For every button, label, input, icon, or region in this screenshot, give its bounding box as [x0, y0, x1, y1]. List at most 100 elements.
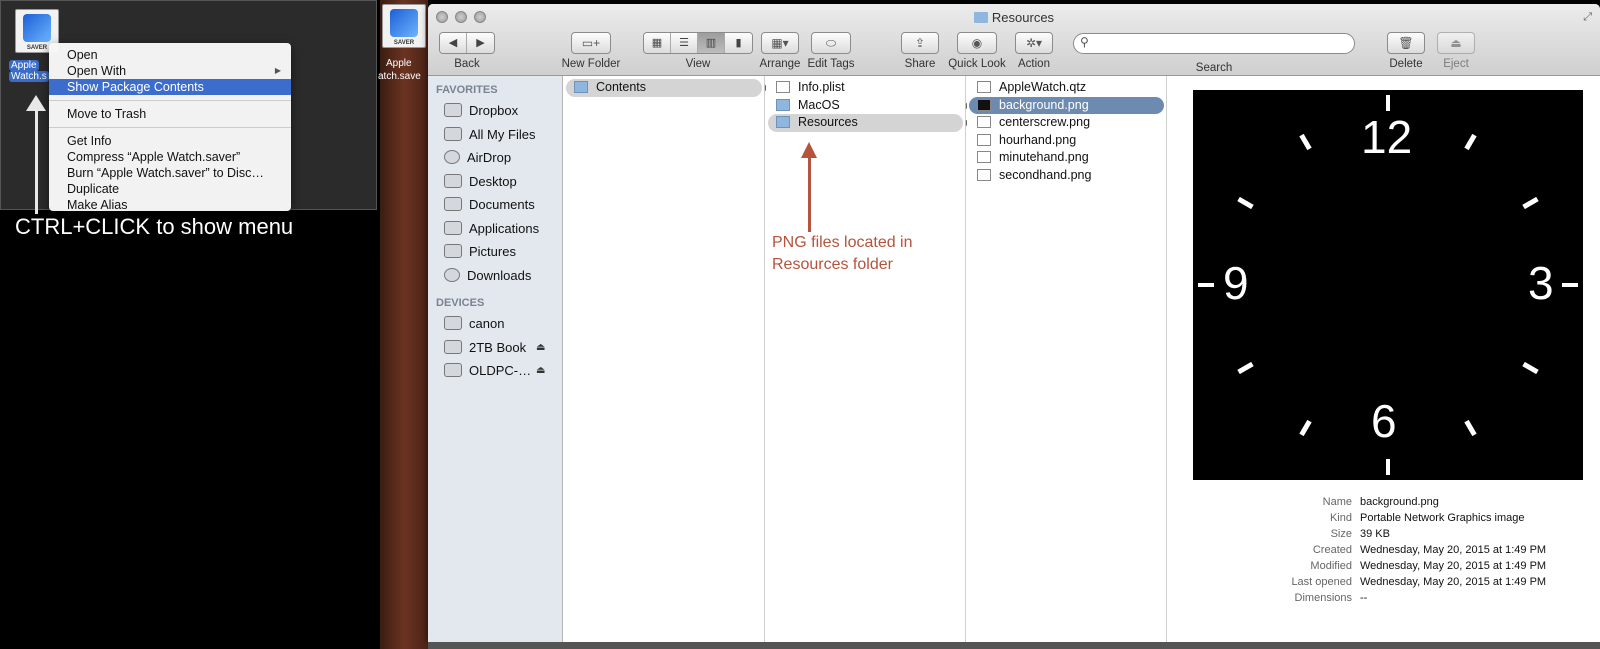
arrange-group: ▦▾ Arrange [755, 32, 805, 70]
info-key: Last opened [1291, 576, 1352, 588]
icon-label-line1: Apple [386, 58, 412, 69]
clock-face-preview: 12 3 6 9 [1193, 90, 1583, 480]
menu-item[interactable]: Get Info [49, 133, 291, 149]
sidebar-device-item[interactable]: OLDPC-… ⏏ [428, 359, 562, 383]
clock-tick [1562, 283, 1578, 287]
menu-item[interactable]: Make Alias [49, 197, 291, 211]
sidebar-item-label: Downloads [467, 267, 532, 283]
quick-look-group: ◉ Quick Look [946, 32, 1008, 70]
file-row[interactable]: hourhand.png [969, 132, 1164, 150]
coverflow-view-icon[interactable]: ▮ [725, 33, 752, 53]
sidebar-device-item[interactable]: 2TB Book ⏏ [428, 336, 562, 360]
folder-row[interactable]: Contents▶ [566, 79, 771, 97]
search-field[interactable]: ⚲ [1073, 33, 1355, 54]
forward-icon[interactable]: ▶ [467, 33, 494, 53]
toolbar: Resources ⤢ ◀ ▶ Back ▭+ New Folder ▦ ☰ ▥ ▮ V… [428, 4, 1600, 76]
applications-icon [444, 220, 462, 235]
fullscreen-icon[interactable]: ⤢ [1583, 11, 1592, 24]
arrange-label: Arrange [759, 58, 801, 70]
menu-item[interactable]: Duplicate [49, 181, 291, 197]
new-folder-button[interactable]: ▭+ [571, 32, 611, 54]
saver-file-icon-2[interactable]: SAVER [382, 4, 426, 48]
quick-look-button[interactable]: ◉ [957, 32, 997, 54]
file-row[interactable]: background.png [969, 96, 1164, 114]
column-view-icon[interactable]: ▥ [698, 33, 725, 53]
file-icon [977, 133, 991, 146]
search-input[interactable] [1096, 36, 1346, 51]
folder-row[interactable]: MacOS▶ [768, 97, 972, 115]
delete-label: Delete [1389, 58, 1423, 70]
menu-item[interactable]: Open [49, 47, 291, 63]
sidebar-item-pictures[interactable]: Pictures [428, 240, 562, 264]
background-window-strip [428, 642, 1600, 649]
folder-icon [776, 98, 790, 111]
desktop-icon [444, 173, 462, 188]
folder-row[interactable]: Resources▶ [768, 114, 972, 132]
sidebar-item-documents[interactable]: Documents [428, 193, 562, 217]
arrange-icon: ▦▾ [771, 36, 789, 50]
share-button[interactable]: ⇪ [901, 32, 939, 54]
drive-icon [444, 363, 462, 377]
clock-tick [1386, 95, 1390, 111]
sidebar: FAVORITES Dropbox All My Files AirDrop Desk… [428, 76, 563, 642]
tag-icon: ⬭ [825, 36, 837, 50]
row-label: hourhand.png [999, 132, 1077, 147]
menu-item[interactable]: Compress “Apple Watch.saver” [49, 149, 291, 165]
devices-heading: DEVICES [436, 297, 485, 309]
menu-item[interactable]: Show Package Contents [49, 79, 291, 95]
sidebar-item-all-my-files[interactable]: All My Files [428, 123, 562, 147]
sidebar-item-dropbox[interactable]: Dropbox [428, 99, 562, 123]
menu-separator [49, 127, 291, 128]
eject-icon[interactable]: ⏏ [536, 336, 545, 360]
red-arrow-shaft [808, 154, 811, 232]
row-label: MacOS [798, 97, 840, 112]
back-icon[interactable]: ◀ [440, 33, 467, 53]
edit-tags-button[interactable]: ⬭ [811, 32, 851, 54]
sidebar-item-airdrop[interactable]: AirDrop [428, 146, 562, 170]
edit-tags-group: ⬭ Edit Tags [801, 32, 861, 70]
info-key: Kind [1329, 512, 1352, 524]
eject-icon[interactable]: ⏏ [536, 359, 545, 383]
clock-tick [1236, 361, 1254, 374]
icon-label-line2: Watch.s [9, 71, 49, 82]
file-icon [977, 98, 991, 111]
all-my-files-icon [444, 126, 462, 141]
menu-item[interactable]: Move to Trash [49, 106, 291, 122]
folder-icon [973, 12, 988, 23]
menu-item[interactable]: Open With [49, 63, 291, 79]
trash-icon: 🗑 [1398, 36, 1414, 50]
list-view-icon[interactable]: ☰ [671, 33, 698, 53]
share-icon: ⇪ [914, 36, 926, 50]
info-key: Size [1330, 528, 1352, 540]
sidebar-device-item[interactable]: canon [428, 312, 562, 336]
file-row[interactable]: Info.plist [768, 79, 963, 97]
info-row: Last opened Wednesday, May 20, 2015 at 1:… [1240, 574, 1546, 590]
sidebar-item-applications[interactable]: Applications [428, 217, 562, 241]
context-menu: OpenOpen WithShow Package Contents Move t… [49, 43, 291, 211]
file-row[interactable]: minutehand.png [969, 149, 1164, 167]
sidebar-item-label: AirDrop [467, 150, 512, 165]
sidebar-item-label: canon [469, 316, 505, 331]
file-row[interactable]: centerscrew.png [969, 114, 1164, 132]
eject-button[interactable]: ⏏ [1437, 32, 1475, 54]
info-key: Created [1312, 544, 1352, 556]
menu-item[interactable]: Burn “Apple Watch.saver” to Disc… [49, 165, 291, 181]
file-row[interactable]: AppleWatch.qtz [969, 79, 1164, 97]
menu-separator [49, 100, 291, 101]
sidebar-item-desktop[interactable]: Desktop [428, 170, 562, 194]
icon-view-icon[interactable]: ▦ [644, 33, 671, 53]
column-package: Contents▶ [564, 76, 771, 642]
favorites-heading: FAVORITES [436, 84, 498, 96]
tutorial-instruction: CTRL+CLICK to show menu [15, 214, 294, 239]
info-value: Wednesday, May 20, 2015 at 1:49 PM [1360, 576, 1547, 588]
search-label: Search [1195, 62, 1233, 74]
file-row[interactable]: secondhand.png [969, 167, 1164, 185]
desktop-snapshot: SAVER Apple Watch.s OpenOpen WithShow Pa… [0, 0, 377, 214]
back-forward-buttons: ◀ ▶ [439, 32, 495, 54]
action-button[interactable]: ✲▾ [1015, 32, 1053, 54]
arrange-button[interactable]: ▦▾ [761, 32, 799, 54]
row-label: AppleWatch.qtz [999, 80, 1087, 94]
delete-button[interactable]: 🗑 [1387, 32, 1425, 54]
up-arrow-shaft [35, 106, 38, 214]
sidebar-item-downloads[interactable]: Downloads [428, 264, 562, 288]
